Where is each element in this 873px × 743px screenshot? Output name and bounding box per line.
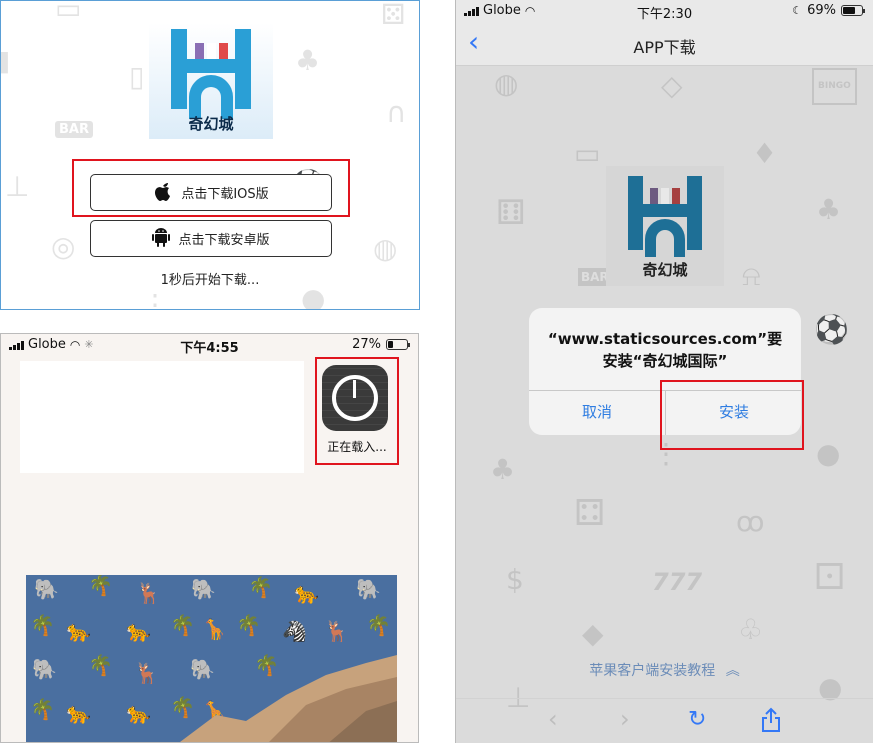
elephant-icon: 🐘 bbox=[32, 657, 57, 681]
zebra-icon: 🦓 bbox=[282, 619, 307, 643]
card-icon: ▭ bbox=[55, 0, 82, 25]
download-page-panel: ▭ ▮ ▯ ♣ ⚄ ∩ ◍ ◎ ⚽ ● ⋮ ⊥ BAR 奇幻城 点击下载IOS版… bbox=[0, 0, 420, 310]
blank-widget bbox=[20, 361, 304, 473]
android-icon bbox=[152, 226, 171, 252]
alert-message: “www.staticsources.com”要 安装“奇幻城国际” bbox=[539, 328, 791, 372]
app-loading-label: 正在载入... bbox=[327, 440, 387, 454]
browser-toolbar: ‹ › ↻ bbox=[456, 698, 873, 743]
battery-percent: 27% bbox=[352, 337, 381, 352]
countdown-text: 1秒后开始下载... bbox=[160, 273, 260, 288]
slot-icon: ▮ bbox=[1, 47, 10, 75]
apple-icon bbox=[153, 180, 173, 206]
home-screen-panel: Globe ◠ ✳ 下午4:55 27% 正在载入... 🐘 🌴 🦌 🐘 🌴 🐆… bbox=[0, 333, 419, 743]
navigation-bar: ‹ APP下载 bbox=[456, 22, 873, 66]
highlight-frame bbox=[660, 380, 804, 450]
share-icon[interactable] bbox=[760, 707, 782, 737]
volleyball-icon: ◍ bbox=[373, 232, 398, 265]
elephant-icon: 🐘 bbox=[356, 577, 381, 601]
palm-tree-icon: 🌴 bbox=[88, 653, 113, 677]
giraffe-icon: 🦒 bbox=[202, 617, 227, 641]
alert-line-2: 安装“奇幻城国际” bbox=[602, 352, 728, 370]
palm-tree-icon: 🌴 bbox=[30, 613, 55, 637]
castle-icon bbox=[628, 176, 702, 257]
antelope-icon: 🦌 bbox=[134, 661, 159, 685]
logo-text: 奇幻城 bbox=[188, 115, 234, 133]
app-logo: 奇幻城 bbox=[149, 23, 273, 139]
cheetah-icon: 🐆 bbox=[126, 701, 151, 725]
bar-badge: BAR bbox=[55, 121, 93, 138]
install-tutorial-link[interactable]: 苹果客户端安装教程 ︽ bbox=[456, 660, 873, 680]
alert-line-1: “www.staticsources.com”要 bbox=[547, 330, 783, 348]
status-bar: Globe ◠ 下午2:30 ☾ 69% bbox=[456, 0, 873, 22]
elephant-icon: 🐘 bbox=[34, 577, 59, 601]
horseshoe-icon: ∩ bbox=[386, 96, 407, 129]
dice-icon: ⚄ bbox=[381, 0, 406, 31]
download-android-button[interactable]: 点击下载安卓版 bbox=[90, 220, 332, 257]
download-ios-label: 点击下载IOS版 bbox=[181, 187, 269, 202]
grapes-icon: ♣ bbox=[295, 44, 321, 77]
cheetah-icon: 🐆 bbox=[294, 581, 319, 605]
basketball-icon: ◎ bbox=[51, 230, 76, 263]
double-chevron-up-icon: ︽ bbox=[725, 663, 740, 679]
bowling-icon: ⋮ bbox=[141, 288, 169, 310]
forward-arrow-icon[interactable]: › bbox=[620, 707, 630, 731]
palm-tree-icon: 🌴 bbox=[236, 613, 261, 637]
palm-tree-icon: 🌴 bbox=[30, 697, 55, 721]
status-bar: Globe ◠ ✳ 下午4:55 27% bbox=[1, 334, 418, 356]
install-screen-panel: Globe ◠ 下午2:30 ☾ 69% ‹ APP下载 ◍ ◇ BINGO ▭… bbox=[455, 0, 873, 743]
battery-fill bbox=[388, 341, 393, 348]
wallpaper-image: 🐘 🌴 🦌 🐘 🌴 🐆 🐘 🌴 🐆 🐆 🌴 🦒 🌴 🦓 🦌 🌴 🐘 🌴 🦌 🐘 … bbox=[26, 575, 397, 742]
download-android-label: 点击下载安卓版 bbox=[178, 233, 270, 248]
progress-hand bbox=[353, 380, 356, 398]
palm-tree-icon: 🌴 bbox=[366, 613, 391, 637]
cheetah-icon: 🐆 bbox=[66, 701, 91, 725]
battery-icon bbox=[386, 339, 410, 350]
back-arrow-icon[interactable]: ‹ bbox=[548, 707, 558, 731]
apple-fruit-icon: ● bbox=[301, 282, 326, 310]
palm-tree-icon: 🌴 bbox=[170, 613, 195, 637]
app-logo: 奇幻城 bbox=[606, 166, 724, 286]
battery-percent: 69% bbox=[807, 3, 836, 18]
palm-tree-icon: 🌴 bbox=[88, 575, 113, 597]
mountain-illustration bbox=[180, 655, 397, 742]
battery-fill bbox=[843, 7, 856, 14]
castle-icon bbox=[171, 29, 251, 119]
palm-tree-icon: 🌴 bbox=[248, 575, 273, 599]
cancel-button[interactable]: 取消 bbox=[529, 390, 665, 435]
joystick-icon: ⊥ bbox=[5, 170, 30, 203]
tutorial-label: 苹果客户端安装教程 bbox=[589, 663, 716, 679]
moon-icon: ☾ bbox=[792, 4, 803, 17]
nav-title: APP下载 bbox=[633, 38, 696, 57]
battery-icon bbox=[841, 5, 865, 16]
download-ios-button[interactable]: 点击下载IOS版 bbox=[90, 174, 332, 211]
slot-icon: ▯ bbox=[129, 60, 145, 93]
cheetah-icon: 🐆 bbox=[66, 619, 91, 643]
reload-icon[interactable]: ↻ bbox=[688, 709, 706, 731]
elephant-icon: 🐘 bbox=[191, 577, 216, 601]
cheetah-icon: 🐆 bbox=[126, 619, 151, 643]
antelope-icon: 🦌 bbox=[136, 581, 161, 605]
logo-text: 奇幻城 bbox=[642, 261, 688, 279]
loading-app-icon[interactable] bbox=[322, 365, 388, 431]
antelope-icon: 🦌 bbox=[324, 619, 349, 643]
